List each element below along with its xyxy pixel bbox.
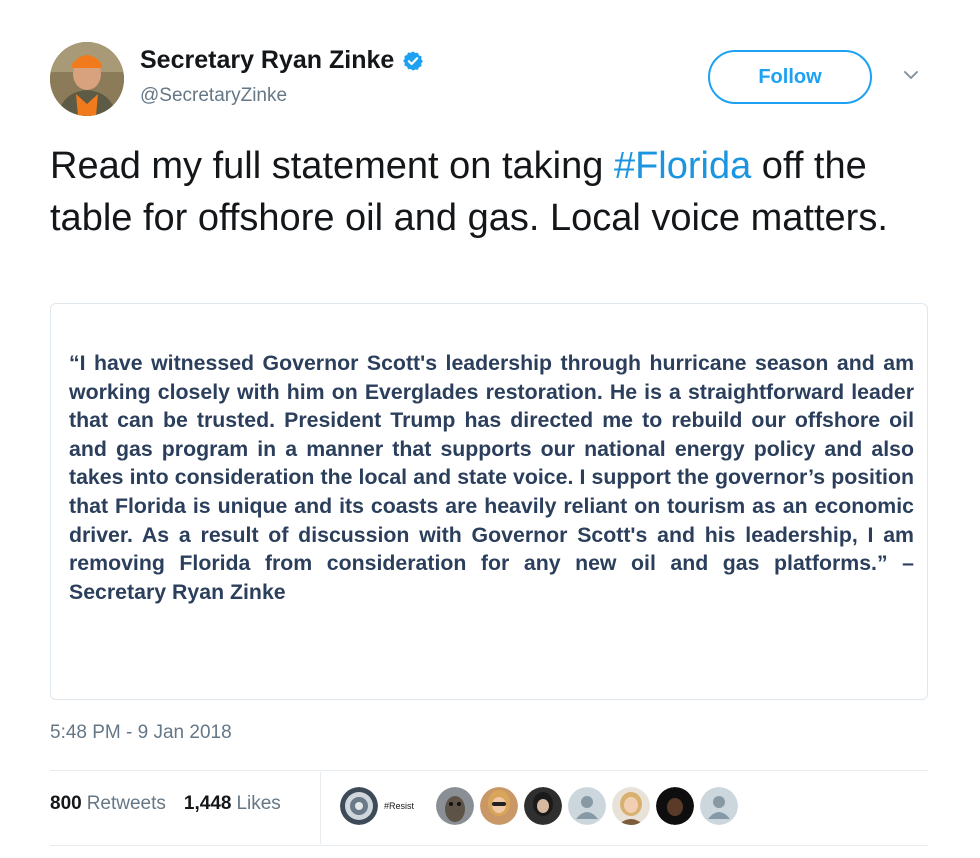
liker-avatars: #Resist xyxy=(340,787,744,825)
stats-separator xyxy=(320,772,321,844)
liker-avatar-resist[interactable]: #Resist xyxy=(384,787,430,825)
likes-count: 1,448 xyxy=(183,793,232,814)
statement-quote: “I have witnessed Governor Scott's leade… xyxy=(69,351,914,604)
author-handle[interactable]: @SecretaryZinke xyxy=(140,85,287,107)
liker-avatar-7[interactable] xyxy=(656,787,694,825)
person-avatar-icon xyxy=(656,787,694,825)
person-avatar-icon xyxy=(524,787,562,825)
default-avatar-icon xyxy=(700,787,738,825)
stats-divider-bottom xyxy=(50,845,928,846)
liker-avatar-5[interactable] xyxy=(524,787,562,825)
resist-avatar-text: #Resist xyxy=(384,801,415,811)
author-name-row[interactable]: Secretary Ryan Zinke xyxy=(140,46,424,75)
liker-avatar-6[interactable] xyxy=(612,787,650,825)
attached-image[interactable]: “I have witnessed Governor Scott's leade… xyxy=(50,303,928,700)
person-avatar-icon xyxy=(480,787,518,825)
liker-avatar-1[interactable] xyxy=(340,787,378,825)
profile-avatar[interactable] xyxy=(50,42,124,116)
author-display-name[interactable]: Secretary Ryan Zinke xyxy=(140,46,394,75)
follow-button[interactable]: Follow xyxy=(708,50,872,104)
retweets-count: 800 xyxy=(50,793,82,814)
tweet-text: Read my full statement on taking #Florid… xyxy=(50,140,930,244)
hashtag-link[interactable]: #Florida xyxy=(614,145,751,187)
chevron-down-icon[interactable] xyxy=(902,68,920,82)
retweets-stat[interactable]: 800 Retweets xyxy=(50,793,166,815)
stats-divider-top xyxy=(50,770,928,771)
tweet-text-part-1: Read my full statement on taking xyxy=(50,145,614,187)
default-avatar-icon xyxy=(568,787,606,825)
retweets-label: Retweets xyxy=(86,793,166,814)
verified-badge-icon xyxy=(403,50,424,71)
tweet-timestamp[interactable]: 5:48 PM - 9 Jan 2018 xyxy=(50,722,232,744)
likes-label: Likes xyxy=(236,793,281,814)
tweet-stats: 800 Retweets 1,448 Likes xyxy=(50,793,281,815)
likes-stat[interactable]: 1,448 Likes xyxy=(184,793,281,815)
person-avatar-icon xyxy=(612,787,650,825)
liker-avatar-3[interactable] xyxy=(436,787,474,825)
animal-avatar-icon xyxy=(436,787,474,825)
seal-avatar-icon xyxy=(340,787,378,825)
liker-avatar-default-2[interactable] xyxy=(700,787,738,825)
liker-avatar-4[interactable] xyxy=(480,787,518,825)
liker-avatar-default-1[interactable] xyxy=(568,787,606,825)
profile-photo xyxy=(50,42,124,116)
